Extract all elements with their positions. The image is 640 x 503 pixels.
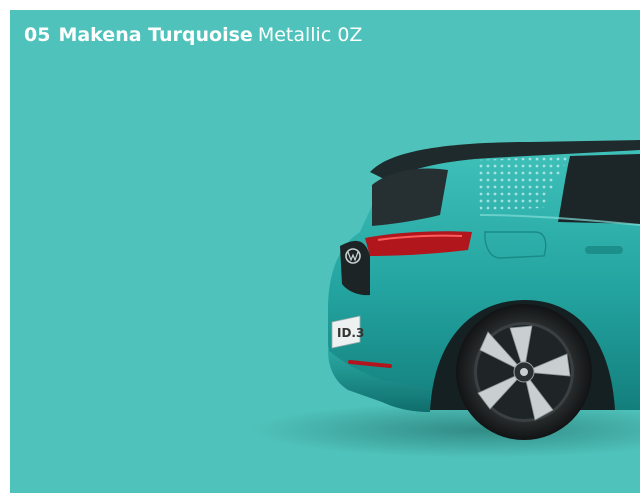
- color-swatch-panel: 05 Makena Turquoise Metallic 0Z ID.3: [10, 10, 640, 493]
- page: 05 Makena Turquoise Metallic 0Z ID.3: [0, 0, 640, 503]
- car-image-icon: ID.3: [250, 140, 640, 458]
- svg-text:ID.3: ID.3: [337, 326, 364, 340]
